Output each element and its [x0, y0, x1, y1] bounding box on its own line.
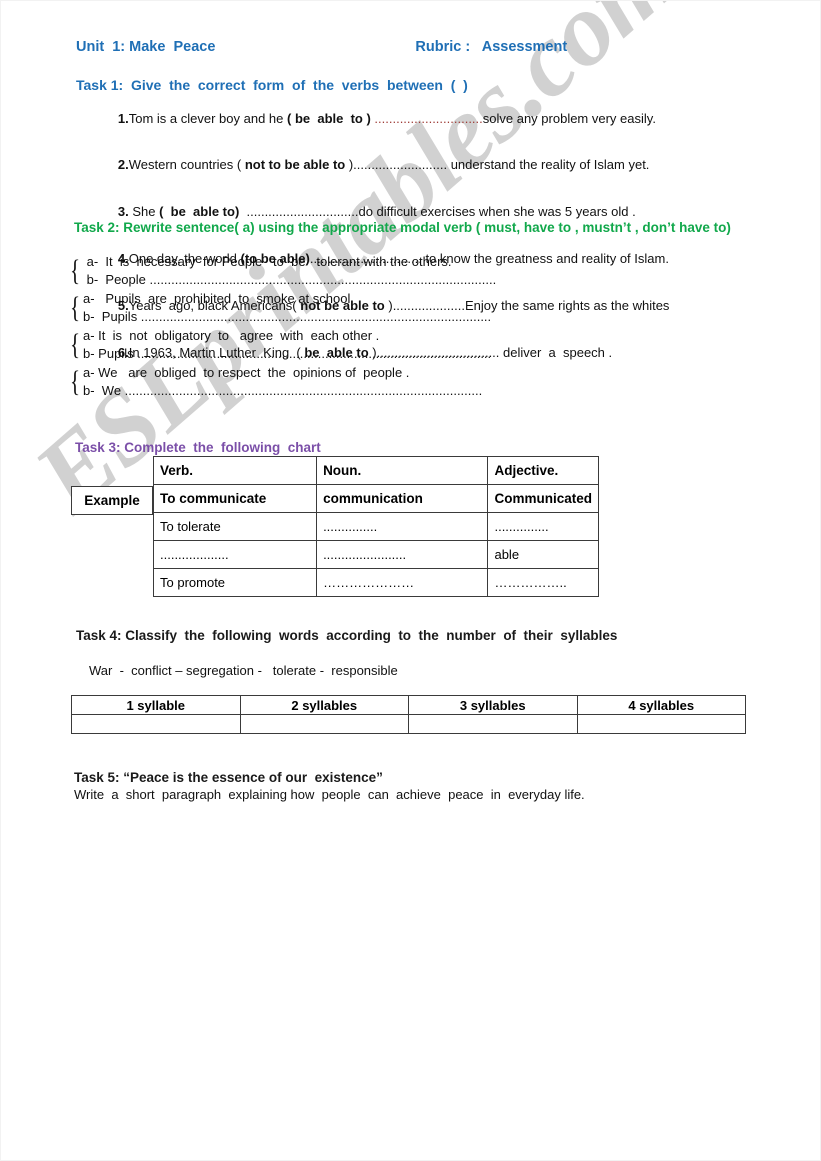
- column-header-adjective: Adjective.: [487, 456, 599, 485]
- column-header-2-syllables: 2 syllables: [239, 695, 409, 715]
- task1-item-dots: )..........................: [345, 157, 448, 173]
- column-header-noun: Noun.: [316, 456, 489, 485]
- table-header-row: Verb. Noun. Adjective.: [152, 456, 599, 485]
- task1-item: 1.Tom is a clever boy and he ( be able t…: [81, 95, 801, 142]
- table-header-row: 1 syllable 2 syllables 3 syllables 4 syl…: [71, 695, 746, 715]
- task3-heading: Task 3: Complete the following chart: [75, 440, 321, 455]
- task1-heading: Task 1: Give the correct form of the ver…: [76, 77, 468, 93]
- task5-instructions: Write a short paragraph explaining how p…: [74, 787, 585, 802]
- task1-item-after: do difficult exercises when she was 5 ye…: [358, 204, 636, 220]
- task1-item: 2.Western countries ( not to be able to …: [81, 142, 801, 189]
- task2-sentence-a: a- It is not obligatory to agree with ea…: [83, 328, 380, 343]
- rubric-title: Rubric : Assessment: [415, 39, 568, 55]
- worksheet-page: ESLprintables.com Unit 1: Make Peace Rub…: [0, 0, 821, 1161]
- table-row: ................... ....................…: [152, 540, 599, 569]
- task2-pair: { a- We are obliged to respect the opini…: [67, 364, 767, 399]
- task2-pair-lines: a- Pupils are prohibited to smoke at sch…: [83, 290, 767, 325]
- table-cell-noun[interactable]: …………………: [316, 568, 489, 597]
- task1-item-cue: ( be able to ): [287, 110, 371, 126]
- column-header-3-syllables: 3 syllables: [408, 695, 578, 715]
- task1-item-after: solve any problem very easily.: [482, 110, 656, 126]
- table-cell-adjective[interactable]: ……………..: [487, 568, 599, 597]
- table-cell-verb: To communicate: [152, 484, 318, 513]
- task2-pairs: { a- It is necessary for People to be to…: [67, 253, 767, 401]
- worksheet-content: Unit 1: Make Peace Rubric : Assessment T…: [1, 1, 820, 1160]
- task2-pair-lines: a- It is not obligatory to agree with ea…: [83, 327, 767, 362]
- brace-icon: {: [69, 364, 81, 398]
- task2-sentence-a: a- It is necessary for People to be tole…: [83, 254, 452, 269]
- task1-item-number: 2.: [117, 157, 129, 173]
- task1-item-before: Western countries (: [128, 157, 245, 173]
- task1-item-number: 3.: [117, 204, 129, 220]
- task4-heading: Task 4: Classify the following words acc…: [76, 628, 618, 643]
- table-cell-verb[interactable]: To promote: [152, 568, 318, 597]
- column-header-4-syllables: 4 syllables: [576, 695, 746, 715]
- table-cell-adjective[interactable]: ...............: [487, 512, 599, 541]
- table-cell-noun: communication: [316, 484, 489, 513]
- task1-item-dots: ..............................: [370, 110, 483, 126]
- table-cell-verb[interactable]: To tolerate: [152, 512, 318, 541]
- unit-title: Unit 1: Make Peace: [76, 39, 216, 55]
- column-header-verb: Verb.: [152, 456, 318, 485]
- task2-pair-lines: a- We are obliged to respect the opinion…: [83, 364, 767, 399]
- task1-item-cue: ( be able to): [159, 204, 240, 220]
- table-row: To promote ………………… ……………..: [152, 568, 599, 597]
- task2-pair: { a- It is necessary for People to be to…: [67, 253, 767, 288]
- task2-sentence-b[interactable]: b- Pupils ..............................…: [83, 345, 767, 363]
- task4-table: 1 syllable 2 syllables 3 syllables 4 syl…: [71, 695, 746, 734]
- table-row: To communicate communication Communicate…: [152, 484, 599, 513]
- task1-item-number: 1.: [117, 110, 129, 126]
- table-cell-noun[interactable]: .......................: [316, 540, 489, 569]
- task2-heading: Task 2: Rewrite sentence( a) using the a…: [74, 220, 731, 235]
- task2-pair-lines: a- It is necessary for People to be tole…: [83, 253, 767, 288]
- task2-pair: { a- Pupils are prohibited to smoke at s…: [67, 290, 767, 325]
- task2-sentence-a: a- Pupils are prohibited to smoke at sch…: [83, 291, 351, 306]
- table-row: [71, 714, 746, 734]
- task1-item-cue: not to be able to: [244, 157, 346, 173]
- task2-sentence-b[interactable]: b- We ..................................…: [83, 382, 767, 400]
- table-cell-noun[interactable]: ...............: [316, 512, 489, 541]
- task3-chart: Example Verb. Noun. Adjective. To commun…: [71, 456, 601, 597]
- answer-cell-3-syllables[interactable]: [408, 714, 578, 734]
- task5-heading: Task 5: “Peace is the essence of our exi…: [74, 770, 383, 785]
- brace-icon: {: [69, 327, 81, 361]
- page-header: Unit 1: Make Peace Rubric : Assessment: [76, 39, 766, 55]
- task3-example-label: Example: [71, 486, 153, 515]
- brace-icon: {: [69, 253, 81, 287]
- task4-word-list: War - conflict – segregation - tolerate …: [89, 663, 398, 678]
- answer-cell-1-syllable[interactable]: [71, 714, 241, 734]
- task1-item-after: understand the reality of Islam yet.: [447, 157, 650, 173]
- task2-sentence-a: a- We are obliged to respect the opinion…: [83, 365, 410, 380]
- table-cell-adjective: Communicated: [487, 484, 599, 513]
- task2-sentence-b[interactable]: b- People ..............................…: [83, 271, 767, 289]
- task2-pair: { a- It is not obligatory to agree with …: [67, 327, 767, 362]
- task1-item-dots: ...............................: [239, 204, 359, 220]
- task1-item-before: She: [128, 204, 160, 220]
- answer-cell-4-syllables[interactable]: [576, 714, 746, 734]
- brace-icon: {: [69, 290, 81, 324]
- column-header-1-syllable: 1 syllable: [71, 695, 241, 715]
- answer-cell-2-syllables[interactable]: [239, 714, 409, 734]
- table-cell-verb[interactable]: ...................: [152, 540, 318, 569]
- task1-item-before: Tom is a clever boy and he: [128, 110, 287, 126]
- task2-sentence-b[interactable]: b- Pupils ..............................…: [83, 308, 767, 326]
- table-cell-adjective[interactable]: able: [487, 540, 599, 569]
- table-row: To tolerate ............... ............…: [152, 512, 599, 541]
- task3-table: Verb. Noun. Adjective. To communicate co…: [152, 456, 599, 597]
